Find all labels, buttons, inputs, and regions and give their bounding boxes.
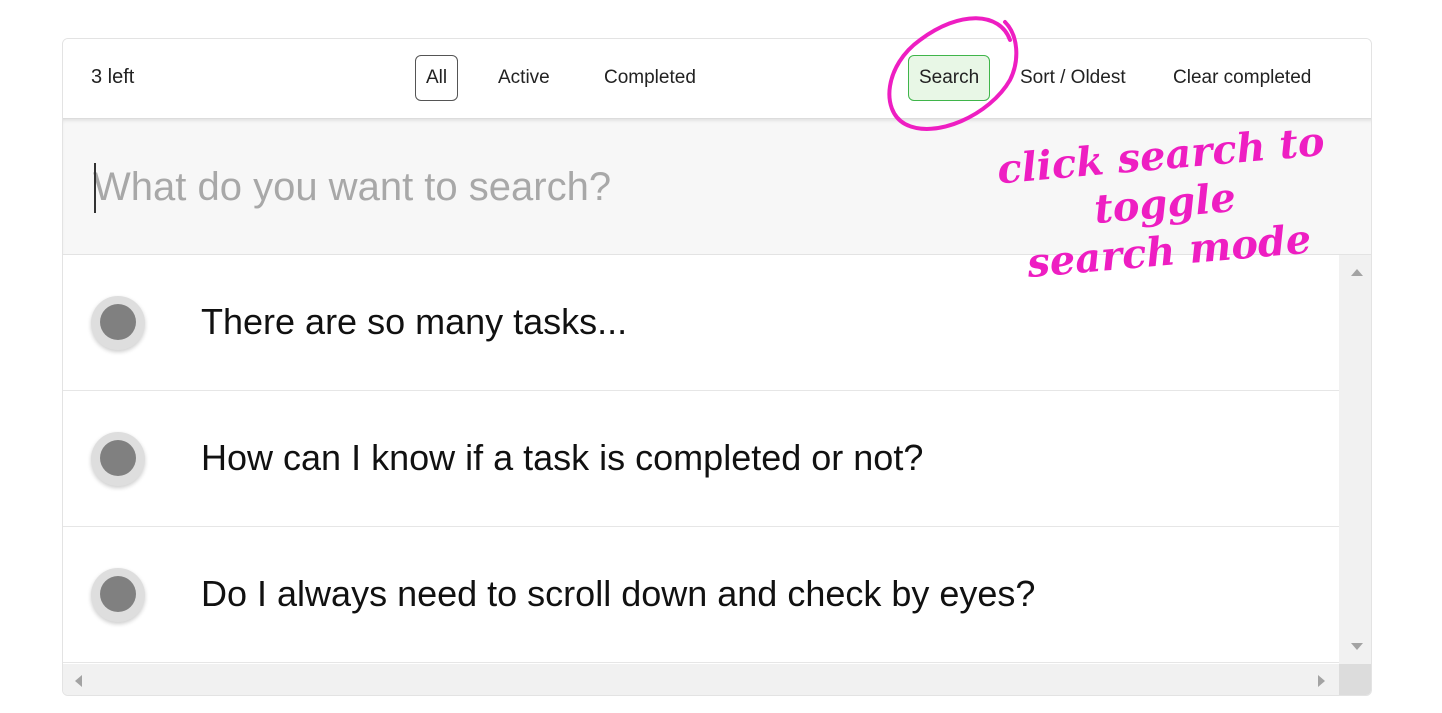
scroll-up-arrow-icon[interactable] <box>1351 269 1363 276</box>
horizontal-scrollbar[interactable] <box>63 664 1339 695</box>
scroll-down-arrow-icon[interactable] <box>1351 643 1363 650</box>
toolbar: 3 left All Active Completed Search Sort … <box>63 39 1371 119</box>
scroll-right-arrow-icon[interactable] <box>1318 675 1325 687</box>
filter-active-button[interactable]: Active <box>487 55 561 101</box>
task-item: Do I always need to scroll down and chec… <box>63 527 1339 663</box>
scroll-left-arrow-icon[interactable] <box>75 675 82 687</box>
task-text[interactable]: Do I always need to scroll down and chec… <box>201 573 1035 615</box>
search-toggle-button[interactable]: Search <box>908 55 991 101</box>
items-left-count: 3 left <box>91 66 135 88</box>
task-toggle[interactable] <box>91 296 145 350</box>
task-toggle[interactable] <box>91 432 145 486</box>
task-text[interactable]: How can I know if a task is completed or… <box>201 437 923 479</box>
vertical-scrollbar[interactable] <box>1339 255 1371 664</box>
filter-completed-button[interactable]: Completed <box>593 55 707 101</box>
task-text[interactable]: There are so many tasks... <box>201 301 627 343</box>
filter-all-button[interactable]: All <box>415 55 459 101</box>
text-caret <box>94 163 96 213</box>
task-item: How can I know if a task is completed or… <box>63 391 1339 527</box>
clear-completed-button[interactable]: Clear completed <box>1162 55 1322 101</box>
sort-button[interactable]: Sort / Oldest <box>1009 55 1137 101</box>
task-toggle[interactable] <box>91 568 145 622</box>
scrollbar-corner <box>1339 664 1371 695</box>
task-list: There are so many tasks... How can I kno… <box>63 255 1339 664</box>
